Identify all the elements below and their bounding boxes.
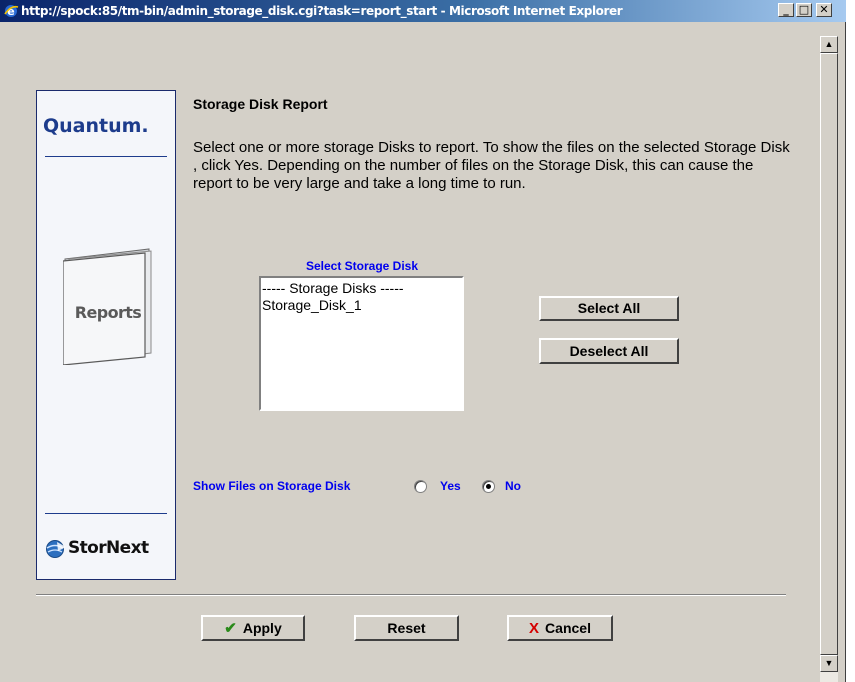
show-files-no-label[interactable]: No <box>505 479 521 493</box>
check-icon: ✔ <box>224 620 237 637</box>
cancel-button[interactable]: X Cancel <box>507 615 613 641</box>
close-button[interactable]: ✕ <box>816 3 832 17</box>
apply-button-label: Apply <box>242 620 282 636</box>
reports-label: Reports <box>74 303 142 322</box>
scroll-down-button[interactable]: ▼ <box>820 655 838 672</box>
select-all-button[interactable]: Select All <box>539 296 679 321</box>
sidebar-panel: Quantum. Reports StorNext <box>36 90 176 580</box>
radio-selected-dot <box>486 484 491 489</box>
show-files-no-radio[interactable] <box>482 480 495 493</box>
list-option-header[interactable]: ----- Storage Disks ----- <box>262 280 461 297</box>
title-bar[interactable]: e http://spock:85/tm-bin/admin_storage_d… <box>0 0 846 22</box>
show-files-label: Show Files on Storage Disk <box>193 479 351 493</box>
cancel-button-label: Cancel <box>545 620 591 636</box>
minimize-button[interactable]: _ <box>778 3 794 17</box>
reset-button[interactable]: Reset <box>354 615 459 641</box>
window-title: http://spock:85/tm-bin/admin_storage_dis… <box>21 4 623 18</box>
show-files-yes-label[interactable]: Yes <box>440 479 461 493</box>
globe-icon <box>46 540 66 558</box>
report-description: Select one or more storage Disks to repo… <box>193 139 790 192</box>
stornext-logo: StorNext <box>45 537 173 561</box>
sidebar-divider-bottom <box>45 513 167 514</box>
deselect-all-button[interactable]: Deselect All <box>539 338 679 364</box>
storage-disk-listbox[interactable]: ----- Storage Disks ----- Storage_Disk_1 <box>259 276 464 411</box>
internet-explorer-icon: e <box>4 5 19 18</box>
select-storage-disk-label: Select Storage Disk <box>305 259 419 273</box>
browser-window: e http://spock:85/tm-bin/admin_storage_d… <box>0 0 846 682</box>
apply-button[interactable]: ✔ Apply <box>201 615 305 641</box>
sidebar-divider-top <box>45 156 167 157</box>
scroll-track[interactable] <box>820 53 838 655</box>
vertical-scrollbar[interactable]: ▲ ▼ <box>820 36 838 682</box>
maximize-button[interactable]: □ <box>796 3 812 17</box>
quantum-logo: Quantum. <box>43 115 149 137</box>
list-option-storage-disk-1[interactable]: Storage_Disk_1 <box>262 297 461 314</box>
page-title: Storage Disk Report <box>193 96 328 112</box>
scroll-up-button[interactable]: ▲ <box>820 36 838 53</box>
stornext-label: StorNext <box>68 538 149 558</box>
footer-divider <box>36 594 786 596</box>
show-files-yes-radio[interactable] <box>414 480 427 493</box>
x-icon: X <box>529 620 540 637</box>
